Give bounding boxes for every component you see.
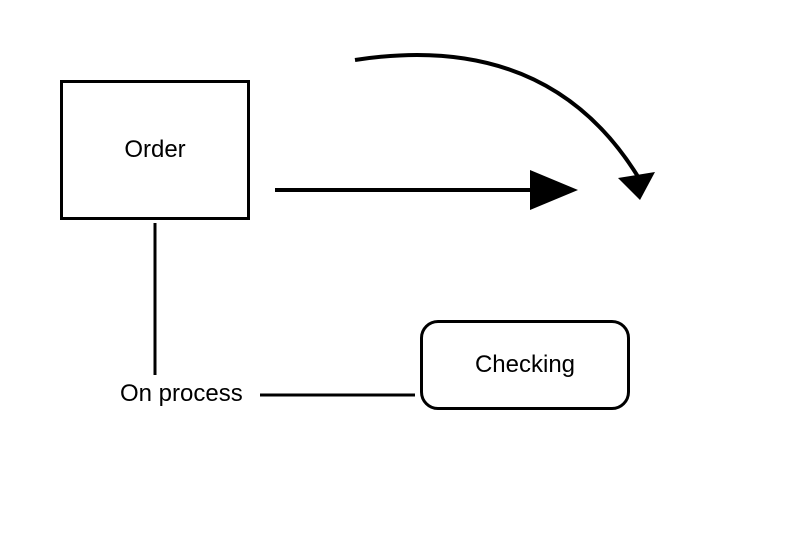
curved-arrow-head [618,172,655,200]
checking-node: Checking [420,320,630,410]
order-label: Order [124,136,185,164]
order-node: Order [60,80,250,220]
checking-label: Checking [475,351,575,379]
curved-arrow [355,55,640,180]
on-process-label: On process [120,380,243,408]
